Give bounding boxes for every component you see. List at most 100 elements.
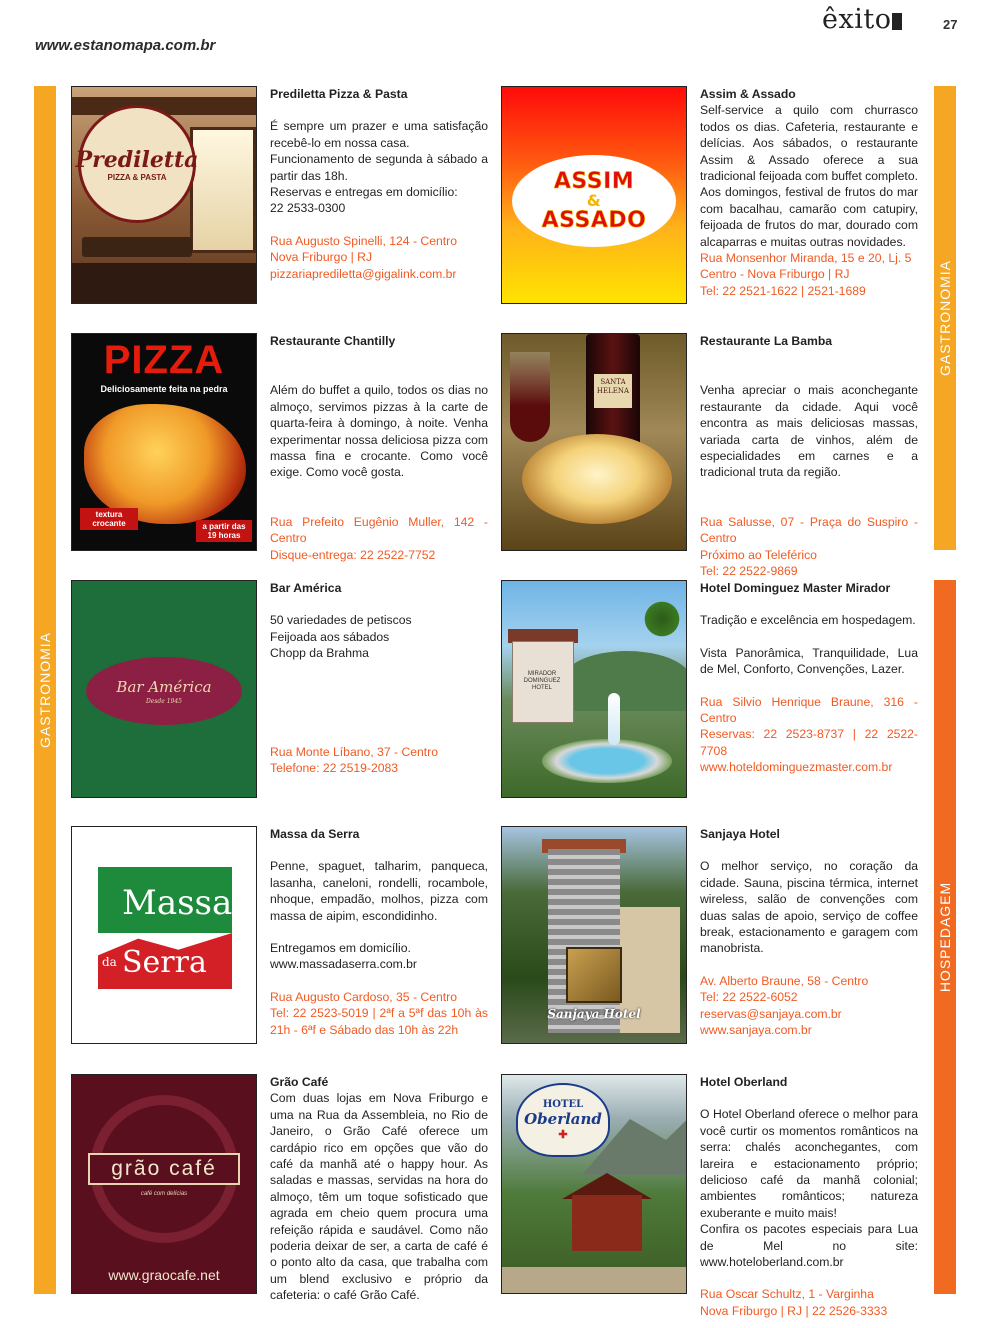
entry-grao-cafe: Grão Café Com duas lojas em Nova Friburg… [270, 1074, 488, 1304]
entry-phone-hours: Tel: 22 2523-5019 | 2ªf a 5ªf das 10h às… [270, 1006, 488, 1037]
entry-chantilly: Restaurante Chantilly Além do buffet a q… [270, 333, 488, 563]
grao-logo-name: grão café [111, 1157, 217, 1180]
entry-desc2: Vista Panorâmica, Tranquilidade, Lua de … [700, 645, 918, 677]
entry-phone: Tel: 22 2521-1622 | 2521-1689 [700, 283, 866, 298]
grao-logo-tagline: café com delícias [140, 1191, 188, 1197]
entry-line: Funcionamento de segunda à sábado a part… [270, 152, 488, 183]
entry-title: Hotel Dominguez Master Mirador [700, 581, 891, 595]
grao-cafe-logo-panel: grão café café com delícias www.graocafe… [71, 1074, 257, 1294]
entry-labamba: Restaurante La Bamba Venha apreciar o ma… [700, 333, 918, 579]
brand-name: êxito [822, 4, 892, 35]
entry-massa: Massa da Serra Penne, spaguet, talharim,… [270, 826, 488, 1038]
entry-address: Rua Monsenhor Miranda, 15 e 20, Lj. 5 [700, 251, 912, 266]
entry-title: Sanjaya Hotel [700, 827, 780, 841]
entry-desc: Com duas lojas em Nova Friburgo e uma na… [270, 1091, 488, 1303]
entry-line: Entregamos em domicílio. [270, 941, 411, 956]
entry-address: Rua Salusse, 07 - Praça do Suspiro - Cen… [700, 514, 918, 546]
entry-desc: É sempre um prazer e uma satisfação rece… [270, 119, 488, 150]
entry-title: Bar América [270, 581, 342, 595]
assim-logo-amp: & [586, 191, 602, 210]
entry-desc2: Confira os pacotes especiais para Lua de… [700, 1222, 918, 1270]
labamba-photo: SANTA HELENA [501, 333, 687, 551]
assim-logo-line1: ASSIM [553, 169, 635, 194]
entry-address: Rua Augusto Spinelli, 124 - Centro [270, 233, 457, 248]
entry-address: Rua Prefeito Eugênio Muller, 142 - Centr… [270, 514, 488, 546]
prediletta-logo-name: Prediletta [75, 146, 199, 173]
brand-logo: êxito [822, 4, 903, 35]
entry-website[interactable]: www.hoteldominguezmaster.com.br [700, 759, 918, 775]
massa-logo-word1: Massa [122, 883, 233, 923]
entry-title: Hotel Oberland [700, 1075, 788, 1089]
bar-america-logo: Bar América Desde 1945 [86, 657, 242, 725]
entry-address: Rua Augusto Cardoso, 35 - Centro [270, 989, 457, 1004]
entry-title: Massa da Serra [270, 827, 360, 841]
entry-line: Feijoada aos sábados [270, 629, 390, 644]
entry-title: Prediletta Pizza & Pasta [270, 87, 408, 101]
sanjaya-logo [566, 947, 622, 1003]
entry-assim: Assim & Assado Self-service a quilo com … [700, 86, 918, 299]
sanjaya-photo: Sanjaya Hotel [501, 826, 687, 1044]
massa-logo-panel: Massa da Serra [71, 826, 257, 1044]
poster-title: PIZZA [103, 338, 225, 382]
mirador-photo: MIRADOR DOMINGUEZ HOTEL [501, 580, 687, 798]
entry-phone: Telefone: 22 2519-2083 [270, 761, 399, 776]
entry-desc: Venha apreciar o mais aconchegante resta… [700, 383, 918, 480]
massa-logo-word3: Serra [122, 945, 207, 980]
entry-address: Rua Silvio Henrique Braune, 316 - Centro [700, 694, 918, 726]
entry-sanjaya: Sanjaya Hotel O melhor serviço, no coraç… [700, 826, 918, 1038]
entry-oberland: Hotel Oberland O Hotel Oberland oferece … [700, 1074, 918, 1319]
entry-desc: Penne, spaguet, talharim, panqueca, lasa… [270, 859, 488, 923]
oberland-logo-hotel: HOTEL [542, 1099, 584, 1110]
entry-title: Assim & Assado [700, 87, 796, 101]
oberland-photo: HOTEL Oberland ✚ [501, 1074, 687, 1294]
entry-desc: Self-service a quilo com churrasco todos… [700, 103, 918, 249]
bottle-label: SANTA HELENA [594, 374, 632, 408]
sidebar-hospedagem-right: HOSPEDAGEM [934, 580, 956, 1294]
entry-email[interactable]: reservas@sanjaya.com.br [700, 1006, 918, 1022]
entry-mirador: Hotel Dominguez Master Mirador Tradição … [700, 580, 918, 776]
poster-badge-texture: textura crocante [80, 508, 138, 530]
entry-prediletta: Prediletta Pizza & Pasta É sempre um pra… [270, 86, 488, 282]
brand-tag [892, 13, 903, 30]
entry-website[interactable]: www.massadaserra.com.br [270, 956, 488, 972]
poster-subtitle: Deliciosamente feita na pedra [100, 384, 228, 394]
sidebar-gastronomia-left: GASTRONOMIA [34, 86, 56, 1294]
page-number: 27 [943, 17, 958, 32]
assim-logo-panel: ASSIM & ASSADO [501, 86, 687, 304]
entry-website[interactable]: www.sanjaya.com.br [700, 1022, 918, 1038]
entry-address: Rua Oscar Schultz, 1 - Varginha [700, 1287, 874, 1302]
entry-city-phone: Nova Friburgo | RJ | 22 2526-3333 [700, 1303, 888, 1318]
entry-email[interactable]: pizzariaprediletta@gigalink.com.br [270, 266, 488, 282]
sidebar-label: GASTRONOMIA [37, 631, 54, 749]
sidebar-label: HOSPEDAGEM [937, 881, 954, 993]
entry-phone: Disque-entrega: 22 2522-7752 [270, 547, 436, 562]
bar-america-logo-panel: Bar América Desde 1945 [71, 580, 257, 798]
entry-city: Nova Friburgo | RJ [270, 250, 373, 265]
hotel-sign: MIRADOR DOMINGUEZ HOTEL [523, 671, 561, 691]
sidebar-label: GASTRONOMIA [937, 259, 954, 377]
entry-title: Restaurante Chantilly [270, 334, 396, 348]
prediletta-photo: Prediletta PIZZA & PASTA [71, 86, 257, 304]
entry-desc: Tradição e excelência em hospedagem. [700, 613, 916, 628]
sanjaya-logo-name: Sanjaya Hotel [547, 1007, 641, 1021]
entry-title: Grão Café [270, 1075, 329, 1089]
swiss-cross-icon: ✚ [558, 1129, 568, 1141]
oberland-logo: HOTEL Oberland ✚ [516, 1083, 610, 1157]
grao-logo-url: www.graocafe.net [108, 1267, 220, 1283]
entry-title: Restaurante La Bamba [700, 334, 833, 348]
oberland-logo-name: Oberland [524, 1110, 602, 1128]
entry-address: Av. Alberto Braune, 58 - Centro [700, 973, 869, 988]
entry-line: 22 2533-0300 [270, 201, 346, 216]
prediletta-logo: Prediletta PIZZA & PASTA [75, 105, 199, 223]
massa-logo-word2: da [102, 955, 117, 969]
entry-line: 50 variedades de petiscos [270, 613, 412, 628]
grao-logo: grão café [88, 1153, 240, 1185]
sidebar-gastronomia-right: GASTRONOMIA [934, 86, 956, 550]
bar-logo-name: Bar América [116, 677, 212, 696]
poster-badge-hours: a partir das 19 horas [196, 520, 252, 542]
entry-phone: Reservas: 22 2523-8737 | 22 2522-7708 [700, 727, 918, 758]
entry-address: Rua Monte Líbano, 37 - Centro [270, 744, 439, 759]
entry-phone: Tel: 22 2522-6052 [700, 990, 798, 1005]
chantilly-poster: PIZZA Deliciosamente feita na pedra text… [71, 333, 257, 551]
site-url[interactable]: www.estanomapa.com.br [35, 37, 215, 54]
